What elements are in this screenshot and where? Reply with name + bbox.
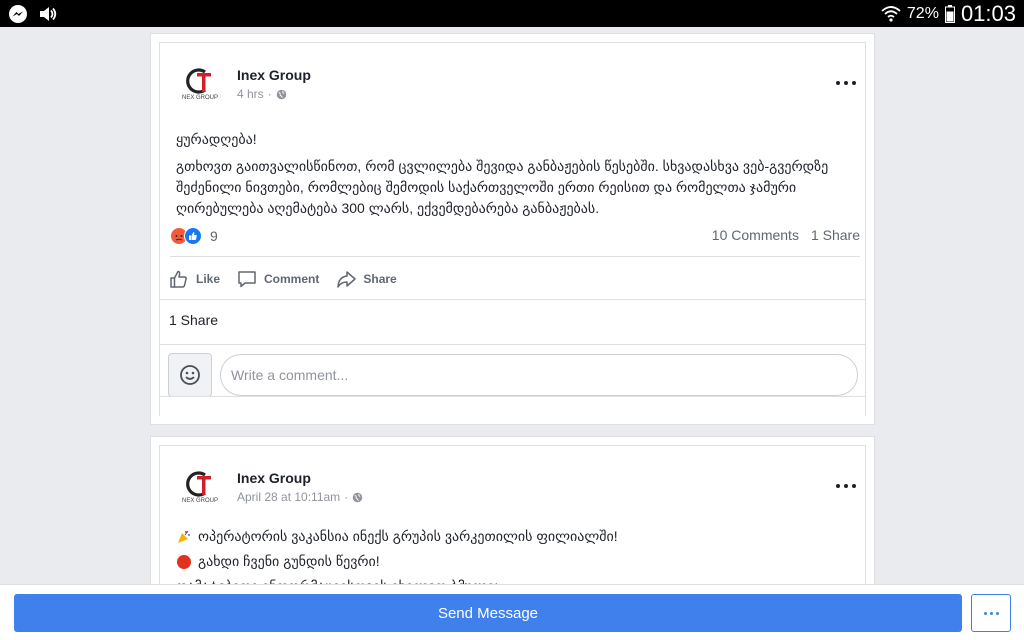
post-time[interactable]: April 28 at 10:11am — [237, 490, 340, 504]
share-button[interactable]: Share — [335, 265, 397, 293]
volume-icon — [40, 7, 57, 21]
post-stats: 9 10 Comments 1 Share — [170, 227, 860, 249]
shares-row-text: 1 Share — [169, 312, 219, 328]
emoji-picker-button[interactable] — [168, 353, 212, 397]
more-actions-button[interactable] — [971, 594, 1011, 632]
comment-composer — [168, 353, 858, 397]
divider — [170, 256, 860, 257]
post-author[interactable]: Inex Group — [237, 67, 311, 83]
post-meta: April 28 at 10:11am · — [237, 490, 363, 504]
comment-input[interactable] — [220, 354, 858, 396]
post-body: ყურადღება! გთხოვთ გაითვალისწინოთ, რომ ცვ… — [176, 129, 860, 219]
clock: 01:03 — [960, 0, 1016, 26]
post-text-line: გახდი ჩვენი გუნდის წევრი! — [176, 549, 860, 574]
reaction-count: 9 — [210, 228, 218, 244]
more-options-button[interactable] — [834, 478, 858, 494]
post-line-text: ოპერატორის ვაკანსია ინექს გრუპის ვარკეთი… — [198, 528, 618, 544]
meta-separator: · — [267, 87, 272, 101]
globe-icon — [276, 89, 286, 99]
dot-icon — [989, 611, 993, 615]
post-author[interactable]: Inex Group — [237, 470, 311, 486]
comment-button[interactable]: Comment — [236, 265, 319, 293]
post-text-line: ყურადღება! — [176, 131, 257, 147]
share-label: Share — [363, 272, 397, 286]
shares-count-link[interactable]: 1 Share — [811, 227, 860, 243]
comments-count-link[interactable]: 10 Comments — [712, 227, 799, 243]
dot-icon — [983, 611, 987, 615]
comment-label: Comment — [264, 272, 320, 286]
inex-logo[interactable]: NEX GROUP — [178, 65, 222, 101]
svg-text:NEX GROUP: NEX GROUP — [182, 498, 218, 504]
post-actions: Like Comment Share — [168, 265, 397, 293]
comment-footer — [160, 396, 865, 416]
party-popper-icon — [178, 530, 190, 543]
like-button[interactable]: Like — [168, 265, 220, 293]
meta-separator: · — [344, 490, 349, 504]
thumbs-up-icon — [170, 270, 187, 288]
wifi-icon — [881, 5, 901, 22]
post-inner: NEX GROUP Inex Group 4 hrs · ყურადღება! — [159, 42, 866, 416]
share-arrow-icon — [337, 271, 357, 288]
svg-text:NEX GROUP: NEX GROUP — [182, 95, 218, 101]
post-time[interactable]: 4 hrs — [237, 87, 264, 101]
globe-icon — [352, 492, 363, 502]
post-header: NEX GROUP Inex Group 4 hrs · — [170, 57, 860, 107]
messenger-icon — [9, 5, 27, 23]
smiley-icon — [180, 365, 200, 385]
like-label: Like — [196, 272, 221, 286]
bottom-action-bar: Send Message — [0, 584, 1024, 640]
dot-icon — [995, 611, 999, 615]
status-bar: 72% 01:03 — [0, 0, 1024, 27]
post-header: NEX GROUP Inex Group April 28 at 10:11am… — [170, 460, 860, 510]
comment-icon — [238, 271, 256, 288]
post-line-text: გახდი ჩვენი გუნდის წევრი! — [198, 553, 380, 569]
battery-icon — [944, 4, 955, 23]
like-reaction-icon — [184, 227, 202, 245]
post-text-line: გთხოვთ გაითვალისწინოთ, რომ ცვლილება შევი… — [176, 158, 829, 216]
send-message-button[interactable]: Send Message — [14, 594, 962, 632]
post-text-line: ოპერატორის ვაკანსია ინექს გრუპის ვარკეთი… — [176, 524, 860, 549]
red-circle-icon — [177, 554, 191, 569]
post-card: NEX GROUP Inex Group 4 hrs · ყურადღება! — [150, 33, 875, 425]
reactions-summary[interactable]: 9 — [170, 227, 218, 245]
post-meta: 4 hrs · — [237, 87, 287, 101]
inex-logo[interactable]: NEX GROUP — [178, 468, 222, 504]
shares-row[interactable]: 1 Share — [160, 299, 865, 345]
more-options-button[interactable] — [834, 75, 858, 91]
battery-level: 72% — [906, 4, 939, 22]
